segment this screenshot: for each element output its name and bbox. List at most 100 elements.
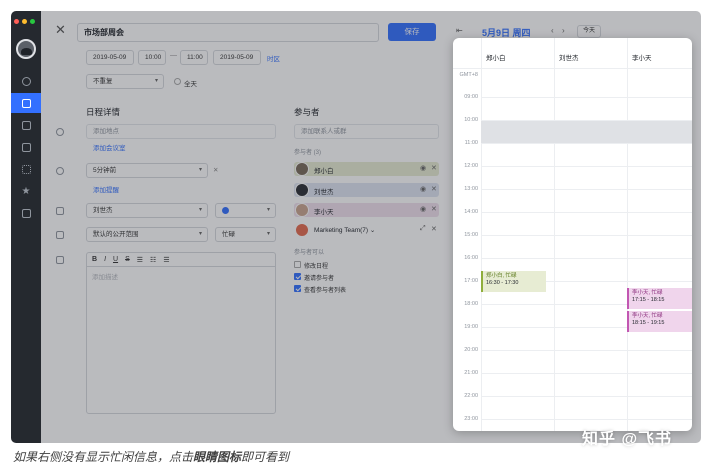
- next-day-button[interactable]: ›: [562, 26, 565, 35]
- permission-invite-checkbox[interactable]: [294, 273, 301, 280]
- busy-event[interactable]: 李小天, 忙碌 17:15 - 18:15: [627, 288, 692, 309]
- divider-button[interactable]: ☰: [163, 256, 169, 264]
- participant-name: 刘世杰: [314, 189, 334, 196]
- bullet-list-button[interactable]: ☷: [150, 256, 156, 264]
- column-header: 郑小白: [486, 55, 506, 62]
- remove-reminder-icon[interactable]: ✕: [213, 166, 218, 174]
- hour-label: 12:00: [464, 163, 478, 169]
- maximize-window-button[interactable]: [30, 19, 35, 24]
- eye-icon[interactable]: ◉: [420, 185, 426, 193]
- location-pin-icon: [56, 128, 64, 136]
- group-avatar: [295, 223, 309, 237]
- bell-icon: [56, 167, 64, 175]
- permission-view-checkbox[interactable]: [294, 285, 301, 292]
- event-title-input[interactable]: 市场部周会: [77, 23, 379, 42]
- details-heading: 日程详情: [86, 107, 121, 117]
- add-room-link[interactable]: 添加会议室: [93, 142, 126, 152]
- chat-icon: [21, 76, 31, 86]
- sidebar-item-favorites[interactable]: ★: [11, 181, 41, 201]
- organizer-select[interactable]: 刘世杰 ▾: [86, 203, 208, 218]
- star-icon: ★: [21, 185, 31, 197]
- permission-invite-label: 邀请参与者: [304, 276, 335, 282]
- all-day-checkbox[interactable]: [174, 78, 181, 85]
- hour-gridline: [481, 120, 692, 121]
- caption-bold: 眼睛图标: [193, 450, 242, 464]
- time-range-dash: —: [170, 52, 177, 59]
- busy-event[interactable]: 李小天, 忙碌 18:15 - 19:15: [627, 311, 692, 332]
- permissions-heading: 参与者可以: [294, 250, 325, 256]
- participants-heading: 参与者: [294, 107, 320, 117]
- hour-label: 21:00: [464, 370, 478, 376]
- repeat-value: 不重复: [93, 78, 113, 85]
- add-reminder-link[interactable]: 添加提醒: [93, 184, 119, 194]
- hour-label: 18:00: [464, 301, 478, 307]
- caption-text-before: 如果右侧没有显示忙闲信息，点击: [13, 450, 194, 464]
- chevron-down-icon: ▾: [266, 231, 270, 237]
- permission-view-label: 查看参与者列表: [304, 288, 347, 294]
- user-avatar[interactable]: [16, 39, 36, 59]
- sidebar-item-apps[interactable]: [11, 159, 41, 179]
- event-title: 李小天, 忙碌: [632, 290, 663, 296]
- timezone-label: GMT+8: [459, 72, 479, 78]
- availability-popup: 郑小白 刘世杰 李小天 GMT+8 09:00 10:00 11:00 12:00 13…: [453, 38, 692, 431]
- location-input[interactable]: 添加地点: [86, 124, 276, 139]
- expand-icon[interactable]: ⤢: [420, 225, 426, 233]
- hour-gridline: [481, 350, 692, 351]
- reminder-value: 5分钟前: [93, 167, 117, 174]
- remove-group-icon[interactable]: ✕: [431, 225, 437, 233]
- italic-button[interactable]: I: [104, 256, 106, 263]
- hour-label: 19:00: [464, 324, 478, 330]
- remove-participant-icon[interactable]: ✕: [431, 205, 437, 213]
- sidebar-item-chat[interactable]: [11, 71, 41, 91]
- group-name: Marketing Team(7) ⌄: [314, 227, 376, 234]
- ordered-list-button[interactable]: ☰: [137, 256, 143, 264]
- hour-label: 15:00: [464, 232, 478, 238]
- sidebar-item-docs[interactable]: [11, 115, 41, 135]
- end-time-field[interactable]: 11:00: [180, 50, 208, 65]
- hour-label: 23:00: [464, 416, 478, 422]
- color-select[interactable]: ▾: [215, 203, 276, 218]
- participant-search-input[interactable]: 添加联系人或群: [294, 124, 439, 139]
- start-date-field[interactable]: 2019-05-09: [86, 50, 134, 65]
- end-date-field[interactable]: 2019-05-09: [213, 50, 261, 65]
- close-window-button[interactable]: [14, 19, 19, 24]
- sidebar-item-calendar[interactable]: [11, 93, 41, 113]
- selected-time-band: [481, 121, 692, 144]
- hour-label: 22:00: [464, 393, 478, 399]
- sidebar-item-book[interactable]: [11, 137, 41, 157]
- prev-day-button[interactable]: ‹: [551, 26, 554, 35]
- minimize-window-button[interactable]: [22, 19, 27, 24]
- hour-gridline: [481, 258, 692, 259]
- today-button[interactable]: 今天: [577, 25, 601, 38]
- event-time: 16:30 - 17:30: [486, 280, 519, 286]
- back-arrow-icon[interactable]: ⇤: [456, 26, 463, 35]
- timezone-link[interactable]: 时区: [267, 53, 280, 63]
- chevron-down-icon[interactable]: ⌄: [370, 227, 375, 234]
- strikethrough-button[interactable]: S: [125, 256, 130, 263]
- remove-participant-icon[interactable]: ✕: [431, 164, 437, 172]
- avatar: [295, 183, 309, 197]
- visibility-select[interactable]: 默认的公开范围 ▾: [86, 227, 208, 242]
- hour-gridline: [481, 419, 692, 420]
- reminder-select[interactable]: 5分钟前 ▾: [86, 163, 208, 178]
- participant-row: 刘世杰 ◉ ✕: [294, 183, 439, 197]
- permission-edit-checkbox[interactable]: [294, 261, 301, 268]
- description-textarea[interactable]: 添加描述: [86, 266, 276, 414]
- remove-participant-icon[interactable]: ✕: [431, 185, 437, 193]
- hour-label: 13:00: [464, 186, 478, 192]
- eye-icon[interactable]: ◉: [420, 205, 426, 213]
- close-icon[interactable]: ✕: [55, 23, 66, 36]
- underline-button[interactable]: U: [113, 256, 118, 263]
- eye-icon[interactable]: ◉: [420, 164, 426, 172]
- calendar-owner-icon: [56, 207, 64, 215]
- caption: 如果右侧没有显示忙闲信息，点击眼睛图标即可看到: [13, 448, 289, 465]
- busy-select[interactable]: 忙碌 ▾: [215, 227, 276, 242]
- repeat-select[interactable]: 不重复 ▾: [86, 74, 164, 89]
- sidebar-item-mail[interactable]: [11, 203, 41, 223]
- start-time-field[interactable]: 10:00: [138, 50, 166, 65]
- save-button[interactable]: 保存: [388, 23, 436, 41]
- busy-event[interactable]: 郑小白, 忙碌 16:30 - 17:30: [481, 271, 546, 292]
- bold-button[interactable]: B: [92, 256, 97, 263]
- header-divider: [453, 68, 692, 69]
- all-day-label: 全天: [184, 81, 197, 88]
